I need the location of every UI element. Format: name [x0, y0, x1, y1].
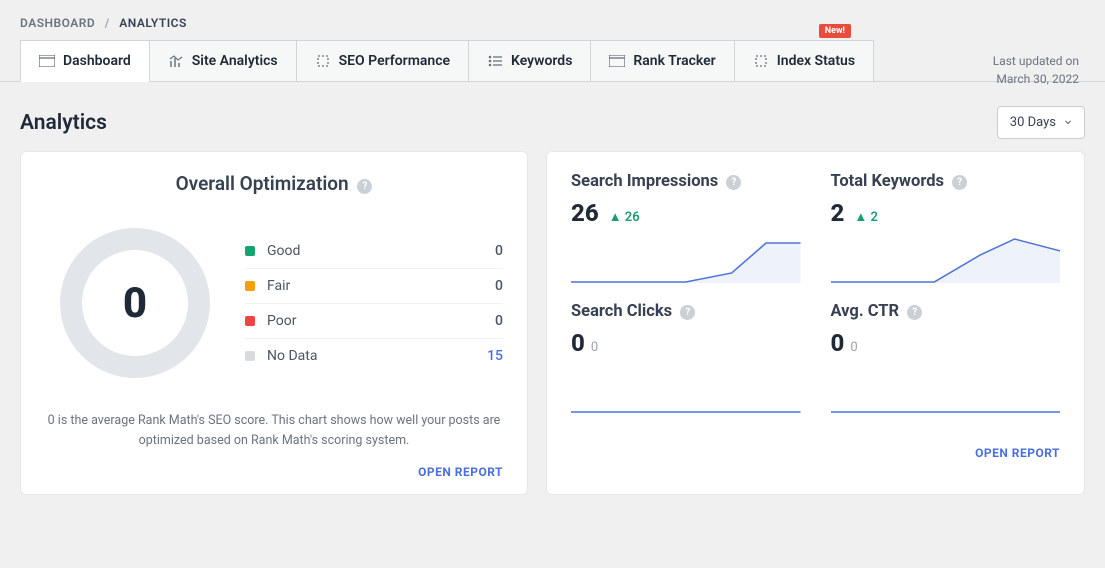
- legend-row-fair: Fair 0: [245, 269, 503, 304]
- swatch-nodata: [245, 351, 255, 361]
- legend-value: 0: [495, 278, 503, 294]
- range-label: 30 Days: [1010, 115, 1056, 130]
- legend-value: 0: [495, 313, 503, 329]
- last-updated-date: March 30, 2022: [993, 70, 1079, 88]
- last-updated: Last updated on March 30, 2022: [993, 52, 1079, 88]
- tab-keywords[interactable]: Keywords: [468, 40, 591, 81]
- tab-label: Index Status: [777, 53, 855, 69]
- opt-title-text: Overall Optimization: [176, 172, 349, 195]
- tabs: Dashboard Site Analytics SEO Performance…: [0, 40, 1105, 82]
- breadcrumb-root[interactable]: DASHBOARD: [20, 16, 95, 30]
- stat-value: 0: [831, 329, 845, 357]
- stat-delta: ▲ 2: [854, 209, 878, 225]
- stat-value: 0: [571, 329, 585, 357]
- legend-value: 15: [487, 348, 503, 364]
- last-updated-label: Last updated on: [993, 52, 1079, 70]
- sparkline-impressions: [571, 233, 801, 283]
- stat-sub: 0: [591, 340, 598, 355]
- open-report-link[interactable]: OPEN REPORT: [418, 465, 503, 479]
- seo-icon: [315, 54, 331, 68]
- stat-clicks: Search Clicks ? 0 0: [571, 302, 801, 432]
- card-title: Overall Optimization ?: [45, 172, 503, 195]
- tab-rank-tracker[interactable]: Rank Tracker: [590, 40, 734, 81]
- stat-ctr: Avg. CTR ? 0 0: [831, 302, 1061, 432]
- sparkline-clicks: [571, 363, 801, 413]
- sparkline-keywords: [831, 233, 1061, 283]
- swatch-good: [245, 246, 255, 256]
- stat-impressions: Search Impressions ? 26 ▲ 26: [571, 172, 801, 302]
- help-icon[interactable]: ?: [726, 175, 741, 190]
- help-icon[interactable]: ?: [680, 305, 695, 320]
- open-report-link[interactable]: OPEN REPORT: [975, 446, 1060, 460]
- legend-label: Fair: [267, 278, 495, 294]
- tab-label: SEO Performance: [339, 53, 450, 69]
- stat-title: Total Keywords ?: [831, 172, 1061, 191]
- tab-dashboard[interactable]: Dashboard: [20, 40, 150, 82]
- date-range-select[interactable]: 30 Days: [997, 106, 1085, 139]
- tab-seo-performance[interactable]: SEO Performance: [296, 40, 469, 81]
- help-icon[interactable]: ?: [357, 179, 372, 194]
- tab-label: Site Analytics: [192, 53, 278, 69]
- overall-optimization-card: Overall Optimization ? 0 Good 0 Fair: [20, 151, 528, 495]
- sparkline-ctr: [831, 363, 1061, 413]
- index-icon: [753, 54, 769, 68]
- help-icon[interactable]: ?: [952, 175, 967, 190]
- stat-title: Search Impressions ?: [571, 172, 801, 191]
- donut-chart: 0: [45, 213, 225, 393]
- donut-score: 0: [60, 228, 210, 378]
- tab-label: Dashboard: [63, 53, 131, 69]
- analytics-icon: [168, 54, 184, 68]
- tab-label: Keywords: [511, 53, 572, 69]
- keywords-icon: [487, 54, 503, 68]
- stat-value: 2: [831, 199, 845, 227]
- tab-label: Rank Tracker: [633, 53, 715, 69]
- legend-row-poor: Poor 0: [245, 304, 503, 339]
- legend-row-nodata: No Data 15: [245, 339, 503, 373]
- legend-label: Poor: [267, 313, 495, 329]
- rank-icon: [609, 54, 625, 68]
- page-title: Analytics: [20, 111, 107, 135]
- legend-row-good: Good 0: [245, 234, 503, 269]
- new-badge: New!: [819, 24, 851, 38]
- tab-site-analytics[interactable]: Site Analytics: [149, 40, 297, 81]
- legend-value: 0: [495, 243, 503, 259]
- help-icon[interactable]: ?: [907, 305, 922, 320]
- dashboard-icon: [39, 54, 55, 68]
- stat-title: Search Clicks ?: [571, 302, 801, 321]
- legend-label: No Data: [267, 348, 487, 364]
- stat-value: 26: [571, 199, 599, 227]
- stat-delta: ▲ 26: [609, 209, 640, 225]
- tab-index-status[interactable]: Index Status: [734, 40, 874, 81]
- swatch-poor: [245, 316, 255, 326]
- breadcrumb: DASHBOARD / ANALYTICS: [0, 0, 1105, 40]
- stat-keywords: Total Keywords ? 2 ▲ 2: [831, 172, 1061, 302]
- opt-description: 0 is the average Rank Math's SEO score. …: [45, 411, 503, 451]
- swatch-fair: [245, 281, 255, 291]
- stat-title: Avg. CTR ?: [831, 302, 1061, 321]
- legend: Good 0 Fair 0 Poor 0 No Data 15: [245, 234, 503, 373]
- stat-sub: 0: [850, 340, 857, 355]
- breadcrumb-sep: /: [105, 16, 110, 30]
- breadcrumb-current: ANALYTICS: [119, 16, 187, 30]
- search-stats-card: Search Impressions ? 26 ▲ 26 Total Keywo…: [546, 151, 1085, 495]
- legend-label: Good: [267, 243, 495, 259]
